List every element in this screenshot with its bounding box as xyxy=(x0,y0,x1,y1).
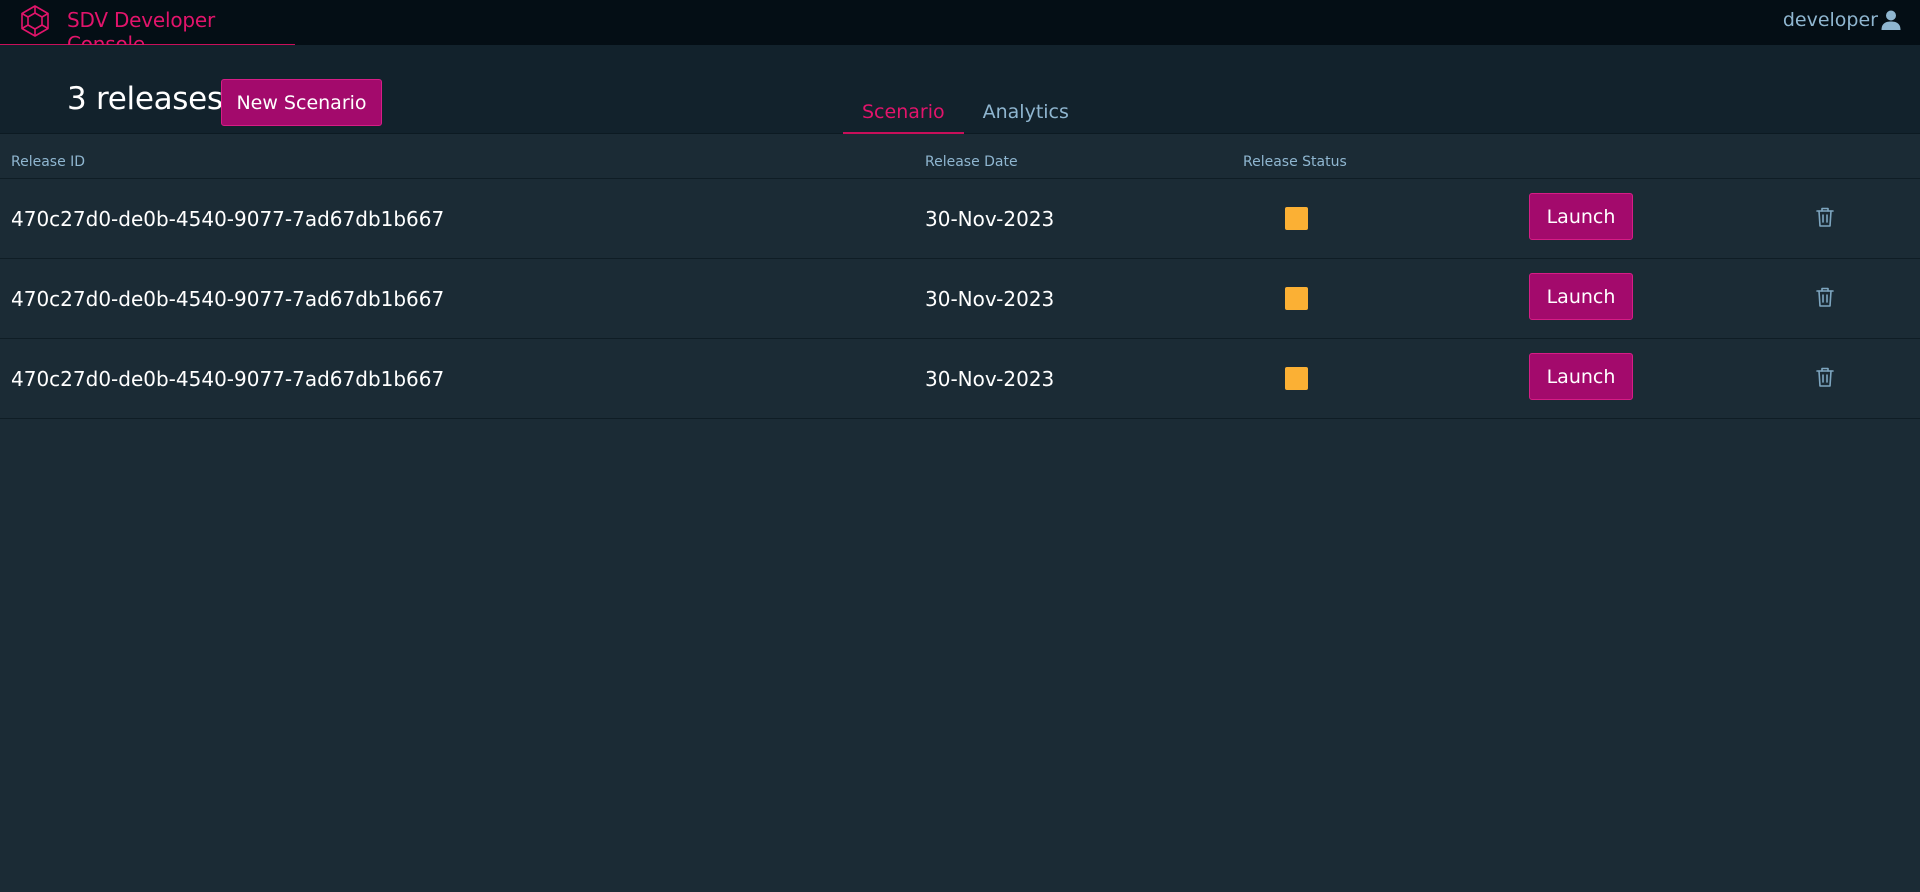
release-date: 30-Nov-2023 xyxy=(925,287,1055,311)
column-header-release-status[interactable]: Release Status xyxy=(1243,154,1347,170)
launch-button[interactable]: Launch xyxy=(1529,273,1633,320)
cube-logo-icon xyxy=(21,5,49,37)
tab-analytics[interactable]: Analytics xyxy=(964,97,1088,134)
release-date: 30-Nov-2023 xyxy=(925,207,1055,231)
table-row: 470c27d0-de0b-4540-9077-7ad67db1b667 30-… xyxy=(0,339,1920,419)
column-header-release-date[interactable]: Release Date xyxy=(925,154,1018,170)
trash-icon[interactable] xyxy=(1813,285,1837,309)
release-id: 470c27d0-de0b-4540-9077-7ad67db1b667 xyxy=(11,367,445,391)
release-id: 470c27d0-de0b-4540-9077-7ad67db1b667 xyxy=(11,287,445,311)
table-header: Release ID Release Date Release Status xyxy=(0,134,1920,179)
page-header: 3 releases New Scenario Scenario Analyti… xyxy=(0,45,1920,134)
trash-icon[interactable] xyxy=(1813,365,1837,389)
column-header-release-id[interactable]: Release ID xyxy=(11,154,85,170)
release-status-indicator xyxy=(1285,367,1308,390)
tab-bar: Scenario Analytics xyxy=(843,97,1088,134)
launch-button[interactable]: Launch xyxy=(1529,193,1633,240)
top-bar: SDV Developer Console developer xyxy=(0,0,1920,56)
brand[interactable]: SDV Developer Console xyxy=(0,0,295,56)
release-status-indicator xyxy=(1285,287,1308,310)
table-row: 470c27d0-de0b-4540-9077-7ad67db1b667 30-… xyxy=(0,179,1920,259)
trash-icon[interactable] xyxy=(1813,205,1837,229)
release-id: 470c27d0-de0b-4540-9077-7ad67db1b667 xyxy=(11,207,445,231)
launch-button[interactable]: Launch xyxy=(1529,353,1633,400)
username: developer xyxy=(1782,9,1878,31)
user-icon xyxy=(1881,10,1901,30)
new-scenario-button[interactable]: New Scenario xyxy=(221,79,382,126)
release-date: 30-Nov-2023 xyxy=(925,367,1055,391)
user-menu[interactable]: developer xyxy=(1783,7,1902,33)
release-count: 3 releases xyxy=(67,81,223,117)
releases-table: Release ID Release Date Release Status 4… xyxy=(0,134,1920,419)
release-status-indicator xyxy=(1285,207,1308,230)
tab-scenario[interactable]: Scenario xyxy=(843,97,964,134)
table-row: 470c27d0-de0b-4540-9077-7ad67db1b667 30-… xyxy=(0,259,1920,339)
